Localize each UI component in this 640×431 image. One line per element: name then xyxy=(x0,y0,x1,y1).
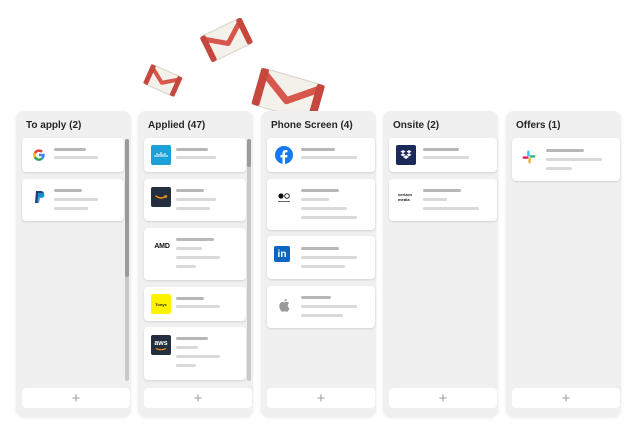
card-placeholder-line xyxy=(54,198,98,201)
card-placeholder-line xyxy=(176,198,216,201)
card-placeholder-line xyxy=(423,148,459,151)
linkedin-logo-text: in xyxy=(277,248,287,260)
card-placeholder-line xyxy=(546,149,584,152)
card-placeholder-line xyxy=(54,207,88,210)
card-placeholder-line xyxy=(54,156,98,159)
job-card-slack[interactable] xyxy=(512,138,620,181)
card-placeholder-line xyxy=(54,189,82,192)
card-placeholder-line xyxy=(301,265,345,268)
card-placeholder-line xyxy=(176,238,214,241)
card-placeholder-line xyxy=(301,296,331,299)
job-card-google[interactable] xyxy=(22,138,124,172)
column-title: To apply (2) xyxy=(26,120,82,131)
amazon-logo-icon xyxy=(151,187,171,207)
job-card-dropbox[interactable] xyxy=(389,138,497,172)
card-placeholder-line xyxy=(301,216,357,219)
card-placeholder-line xyxy=(423,198,447,201)
job-card-apple[interactable] xyxy=(267,286,375,328)
column-phone-screen: Phone Screen (4) in + xyxy=(261,111,376,417)
card-placeholder-line xyxy=(176,265,196,268)
job-card-paypal[interactable] xyxy=(22,179,124,221)
column-onsite: Onsite (2) verizon media + xyxy=(383,111,498,417)
card-placeholder-line xyxy=(546,158,602,161)
card-placeholder-line xyxy=(301,156,357,159)
linkedin-logo-icon: in xyxy=(274,246,290,262)
card-placeholder-line xyxy=(301,247,339,250)
slack-logo-icon xyxy=(519,147,539,167)
aws-logo-icon: aws xyxy=(151,335,171,355)
job-card-verizon-media[interactable]: verizon media xyxy=(389,179,497,221)
card-placeholder-line xyxy=(423,207,479,210)
dropbox-logo-icon xyxy=(396,145,416,165)
gmail-envelope-icon-medium xyxy=(200,17,253,62)
column-title: Onsite (2) xyxy=(393,120,440,131)
card-placeholder-line xyxy=(176,346,198,349)
card-placeholder-line xyxy=(301,198,329,201)
card-placeholder-line xyxy=(176,189,204,192)
yellow-logo-text: Tonys xyxy=(155,301,167,307)
add-card-button[interactable]: + xyxy=(22,388,130,408)
column-title: Offers (1) xyxy=(516,120,561,131)
card-placeholder-line xyxy=(301,148,335,151)
google-logo-icon xyxy=(29,145,49,165)
card-placeholder-line xyxy=(301,256,357,259)
apple-logo-icon xyxy=(274,295,294,315)
column-scrollbar[interactable] xyxy=(247,139,251,381)
add-card-button[interactable]: + xyxy=(512,388,620,408)
yellow-logo-icon: Tonys xyxy=(151,294,171,314)
card-placeholder-line xyxy=(176,355,220,358)
card-placeholder-line xyxy=(301,314,343,317)
column-offers: Offers (1) + xyxy=(506,111,621,417)
quartet-logo-underline xyxy=(278,200,290,202)
amd-logo-text: AMD xyxy=(154,242,170,250)
card-placeholder-line xyxy=(176,247,202,250)
job-card-amd[interactable]: AMD xyxy=(144,228,246,280)
card-placeholder-line xyxy=(301,189,339,192)
column-title: Applied (47) xyxy=(148,120,206,131)
cisco-logo-icon xyxy=(151,145,171,165)
facebook-logo-icon xyxy=(274,145,294,165)
add-card-button[interactable]: + xyxy=(389,388,497,408)
card-placeholder-line xyxy=(176,337,208,340)
card-placeholder-line xyxy=(54,148,86,151)
job-card-linkedin[interactable]: in xyxy=(267,236,375,279)
card-placeholder-line xyxy=(176,256,220,259)
column-to-apply: To apply (2) + xyxy=(16,111,131,417)
job-card-aws[interactable]: aws xyxy=(144,327,246,380)
job-card-cisco[interactable] xyxy=(144,138,246,172)
card-placeholder-line xyxy=(423,189,461,192)
job-card-amazon[interactable] xyxy=(144,179,246,221)
quartet-logo-icon xyxy=(274,187,294,207)
paypal-logo-icon xyxy=(29,187,49,207)
card-placeholder-line xyxy=(176,148,208,151)
add-card-button[interactable]: + xyxy=(267,388,375,408)
card-placeholder-line xyxy=(176,305,220,308)
job-card-quartet[interactable] xyxy=(267,179,375,230)
card-placeholder-line xyxy=(176,364,196,367)
card-placeholder-line xyxy=(176,207,210,210)
scrollbar-thumb[interactable] xyxy=(247,139,251,167)
column-title: Phone Screen (4) xyxy=(271,120,353,131)
scrollbar-thumb[interactable] xyxy=(125,139,129,277)
verizon-media-logo-text: verizon media xyxy=(398,192,413,202)
job-card-yellow[interactable]: Tonys xyxy=(144,287,246,321)
card-placeholder-line xyxy=(546,167,572,170)
card-placeholder-line xyxy=(301,207,347,210)
amd-logo-icon: AMD xyxy=(151,236,173,256)
column-scrollbar[interactable] xyxy=(125,139,129,381)
kanban-board: To apply (2) + Applied (47) AMD Tonys aw… xyxy=(16,111,630,417)
aws-logo-text: aws xyxy=(154,339,168,347)
job-card-facebook[interactable] xyxy=(267,138,375,172)
add-card-button[interactable]: + xyxy=(144,388,252,408)
card-placeholder-line xyxy=(176,297,204,300)
gmail-envelope-icon-small xyxy=(143,64,183,97)
card-placeholder-line xyxy=(176,156,216,159)
card-placeholder-line xyxy=(423,156,469,159)
card-placeholder-line xyxy=(301,305,357,308)
verizon-media-logo-icon: verizon media xyxy=(396,187,418,207)
column-applied: Applied (47) AMD Tonys aws + xyxy=(138,111,253,417)
